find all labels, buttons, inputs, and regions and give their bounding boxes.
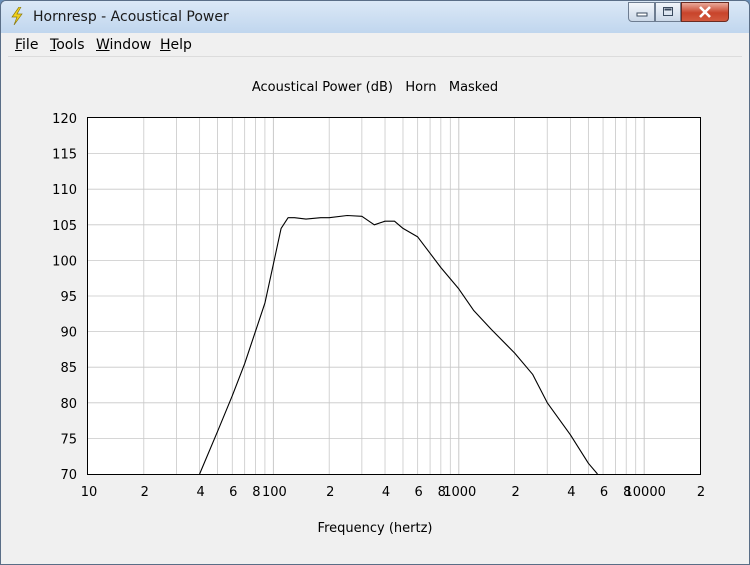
maximize-button[interactable] [655, 2, 681, 22]
x-tick-label: 10000 [625, 485, 666, 500]
x-tick-label: 2 [141, 485, 149, 500]
y-tick-label: 75 [60, 432, 77, 447]
menu-window[interactable]: Window [96, 37, 151, 53]
menu-file[interactable]: File [15, 37, 38, 53]
menu-help[interactable]: Help [160, 37, 192, 53]
x-tick-label: 4 [567, 485, 575, 500]
menu-bar: File Tools Window Help [8, 34, 742, 57]
x-axis-label: Frequency (hertz) [318, 521, 433, 536]
y-tick-label: 70 [60, 468, 77, 483]
close-icon [682, 3, 728, 21]
x-tick-label: 100 [262, 485, 287, 500]
close-button[interactable] [681, 2, 729, 22]
window-title: Hornresp - Acoustical Power [33, 9, 229, 25]
x-tick-label: 10 [81, 485, 98, 500]
chart-area: Acoustical Power (dB) Horn Masked 120 115… [8, 57, 742, 559]
app-window: Hornresp - Acoustical Power File Tools W… [0, 0, 750, 565]
x-tick-label: 2 [326, 485, 334, 500]
title-bar[interactable]: Hornresp - Acoustical Power [1, 1, 749, 33]
y-tick-label: 80 [60, 397, 77, 412]
x-tick-label: 2 [697, 485, 705, 500]
chart-title: Acoustical Power (dB) Horn Masked [252, 80, 498, 95]
x-tick-label: 6 [415, 485, 423, 500]
lightning-bolt-icon [11, 7, 23, 25]
y-tick-label: 85 [60, 361, 77, 376]
maximize-icon [656, 3, 680, 21]
menu-tools[interactable]: Tools [50, 37, 85, 53]
y-tick-label: 90 [60, 326, 77, 341]
acoustical-power-chart: Acoustical Power (dB) Horn Masked 120 115… [52, 80, 705, 536]
y-tick-label: 105 [52, 219, 77, 234]
y-tick-label: 120 [52, 112, 77, 127]
minimize-button[interactable] [628, 2, 655, 22]
x-tick-label: 1000 [443, 485, 476, 500]
x-tick-label: 4 [196, 485, 204, 500]
x-tick-label: 4 [382, 485, 390, 500]
x-tick-labels: 10 2 4 6 8 100 2 4 6 81000 2 4 6 810000 2 [81, 485, 705, 500]
x-tick-label: 6 [229, 485, 237, 500]
x-tick-label: 6 [600, 485, 608, 500]
y-tick-label: 110 [52, 183, 77, 198]
y-tick-label: 100 [52, 254, 77, 269]
y-tick-label: 115 [52, 148, 77, 163]
x-tick-label: 8 [252, 485, 260, 500]
y-tick-label: 95 [60, 290, 77, 305]
x-tick-label: 2 [511, 485, 519, 500]
y-tick-labels: 120 115 110 105 100 95 90 85 80 75 70 [52, 112, 77, 483]
minimize-icon [629, 3, 654, 21]
